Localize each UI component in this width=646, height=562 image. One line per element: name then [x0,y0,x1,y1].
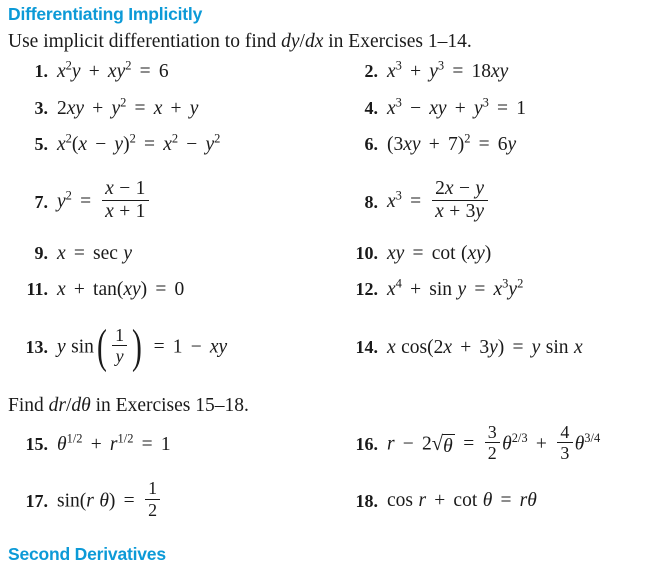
exercise-row: 15. θ1/2 + r1/2 = 1 16. r −2 √ θ = 3 2 θ2/3 +4 3 θ3/4 [0,421,646,465]
exercise-item-13: 13. y sin(1 y) = 1− xy [0,319,325,373]
exercise-expression: 2xy + y2 = x + y [57,95,199,119]
row-gap [0,163,646,180]
instruction-prefix: Use implicit differentiation to find [8,30,282,52]
exercise-expression: x3 = 2x − y x +3y [378,179,490,224]
exercise-list-15-18: 15. θ1/2 + r1/2 = 1 16. r −2 √ θ = 3 2 θ2/3 +4 3 θ3/4 … [0,418,646,521]
instruction-line-implicit: Use implicit differentiation to find dy/… [0,26,646,54]
exercise-item-3: 3. 2xy + y2 = x + y [0,95,325,120]
exercise-item-8: 8. x3 = 2x − y x +3y [325,179,646,224]
exercise-expression: x3− xy + y3 = 1 [387,95,526,119]
exercise-number: 4. [364,97,379,118]
exercise-number: 6. [364,134,379,155]
exercise-row: 7. y2 = x −1 x +1 8. x3 = 2x − y x +3y [0,179,646,226]
exercise-number: 13. [25,337,49,358]
exercise-item-11: 11. x + tan(xy) = 0 [0,279,325,301]
row-gap [0,271,646,279]
exercise-item-10: 10. xy = cot (xy) [325,243,646,265]
row-gap [0,226,646,243]
exercise-number: 7. [34,192,49,213]
instruction-math-dydx: dy/dx [281,30,324,52]
exercise-list-1-14: 1. x2y + xy2 = 6 2. x3 + y3 = 18xy 3. 2xy + y2 = x + y… [0,54,646,371]
instruction-suffix: in Exercises 1–14. [323,30,472,52]
exercise-expression: x2(x − y)2 = x2− y2 [57,131,221,156]
exercise-number: 2. [364,61,379,82]
exercise-item-1: 1. x2y + xy2 = 6 [0,58,325,83]
exercise-expression: x4 + sin y = x3y2 [387,276,524,301]
exercise-number: 9. [34,242,49,263]
exercise-item-17: 17. sin(r θ) = 1 2 [0,479,325,522]
exercise-number: 8. [364,192,379,213]
exercise-item-15: 15. θ1/2 + r1/2 = 1 [0,431,325,456]
exercise-item-9: 9. x = sec y [0,243,325,265]
exercise-expression: xy = cot (xy) [387,242,492,264]
exercise-number: 18. [355,490,379,511]
exercise-number: 10. [355,242,379,263]
instruction-line-polar: Find dr/dθ in Exercises 15–18. [0,393,646,418]
exercise-item-4: 4. x3− xy + y3 = 1 [325,95,646,120]
exercise-item-16: 16. r −2 √ θ = 3 2 θ2/3 +4 3 θ3/4 [325,421,646,465]
exercise-expression: y sin(1 y) = 1− xy [57,319,228,373]
exercise-expression: (3xy +7)2 = 6y [387,131,517,156]
exercise-expression: x2y + xy2 = 6 [57,58,169,83]
exercise-expression: y2 = x −1 x +1 [48,179,151,224]
exercise-number: 11. [26,279,48,300]
exercise-expression: x3 + y3 = 18xy [387,58,509,83]
exercise-number: 14. [355,337,379,358]
exercise-item-12: 12. x4 + sin y = x3y2 [325,276,646,301]
exercise-expression: cos r + cot θ = rθ [387,490,537,512]
exercise-item-2: 2. x3 + y3 = 18xy [325,58,646,83]
exercise-row: 3. 2xy + y2 = x + y 4. x3− xy + y3 = 1 [0,95,646,127]
exercise-expression: x = sec y [57,242,133,264]
textbook-exercise-page: Differentiating Implicitly Use implicit … [0,0,646,562]
find-math-drdtheta: dr/dθ [48,394,91,416]
exercise-number: 1. [34,61,49,82]
exercise-number: 12. [355,279,379,300]
exercise-number: 15. [25,434,49,455]
exercise-expression: θ1/2 + r1/2 = 1 [57,431,171,455]
exercise-row: 9. x = sec y 10. xy = cot (xy) [0,243,646,272]
exercise-item-5: 5. x2(x − y)2 = x2− y2 [0,131,325,156]
exercise-row: 11. x + tan(xy) = 0 12. x4 + sin y = x3y2 [0,276,646,308]
exercise-item-14: 14. x cos(2x +3y) = y sin x [325,337,646,359]
exercise-number: 16. [355,434,379,455]
section-heading-second-derivatives: Second Derivatives [8,544,166,562]
find-suffix: in Exercises 15–18. [90,394,249,416]
exercise-item-18: 18. cos r + cot θ = rθ [325,490,646,512]
exercise-number: 5. [34,134,49,155]
exercise-number: 3. [34,97,49,118]
exercise-item-7: 7. y2 = x −1 x +1 [0,179,325,224]
find-prefix: Find [8,394,49,416]
exercise-row: 5. x2(x − y)2 = x2− y2 6. (3xy +7)2 = 6y [0,131,646,163]
exercise-row: 17. sin(r θ) = 1 2 18. cos r + cot θ = rθ [0,479,646,522]
exercise-expression: sin(r θ) = 1 2 [48,479,162,522]
exercise-row: 13. y sin(1 y) = 1− xy 14. x cos(2x +3y) = y sin x [0,319,646,373]
exercise-expression: r −2 √ θ = 3 2 θ2/3 +4 3 θ3/4 [387,421,601,464]
next-section-heading-clipped: Second Derivatives [0,544,646,562]
square-root-symbol: √ θ [432,433,456,457]
exercise-expression: x cos(2x +3y) = y sin x [387,336,583,358]
exercise-expression: x + tan(xy) = 0 [57,279,185,301]
row-gap [0,90,646,98]
exercise-item-6: 6. (3xy +7)2 = 6y [325,131,646,156]
exercise-number: 17. [25,490,49,511]
row-gap [0,465,646,482]
exercise-row: 1. x2y + xy2 = 6 2. x3 + y3 = 18xy [0,58,646,90]
section-heading: Differentiating Implicitly [8,4,203,24]
